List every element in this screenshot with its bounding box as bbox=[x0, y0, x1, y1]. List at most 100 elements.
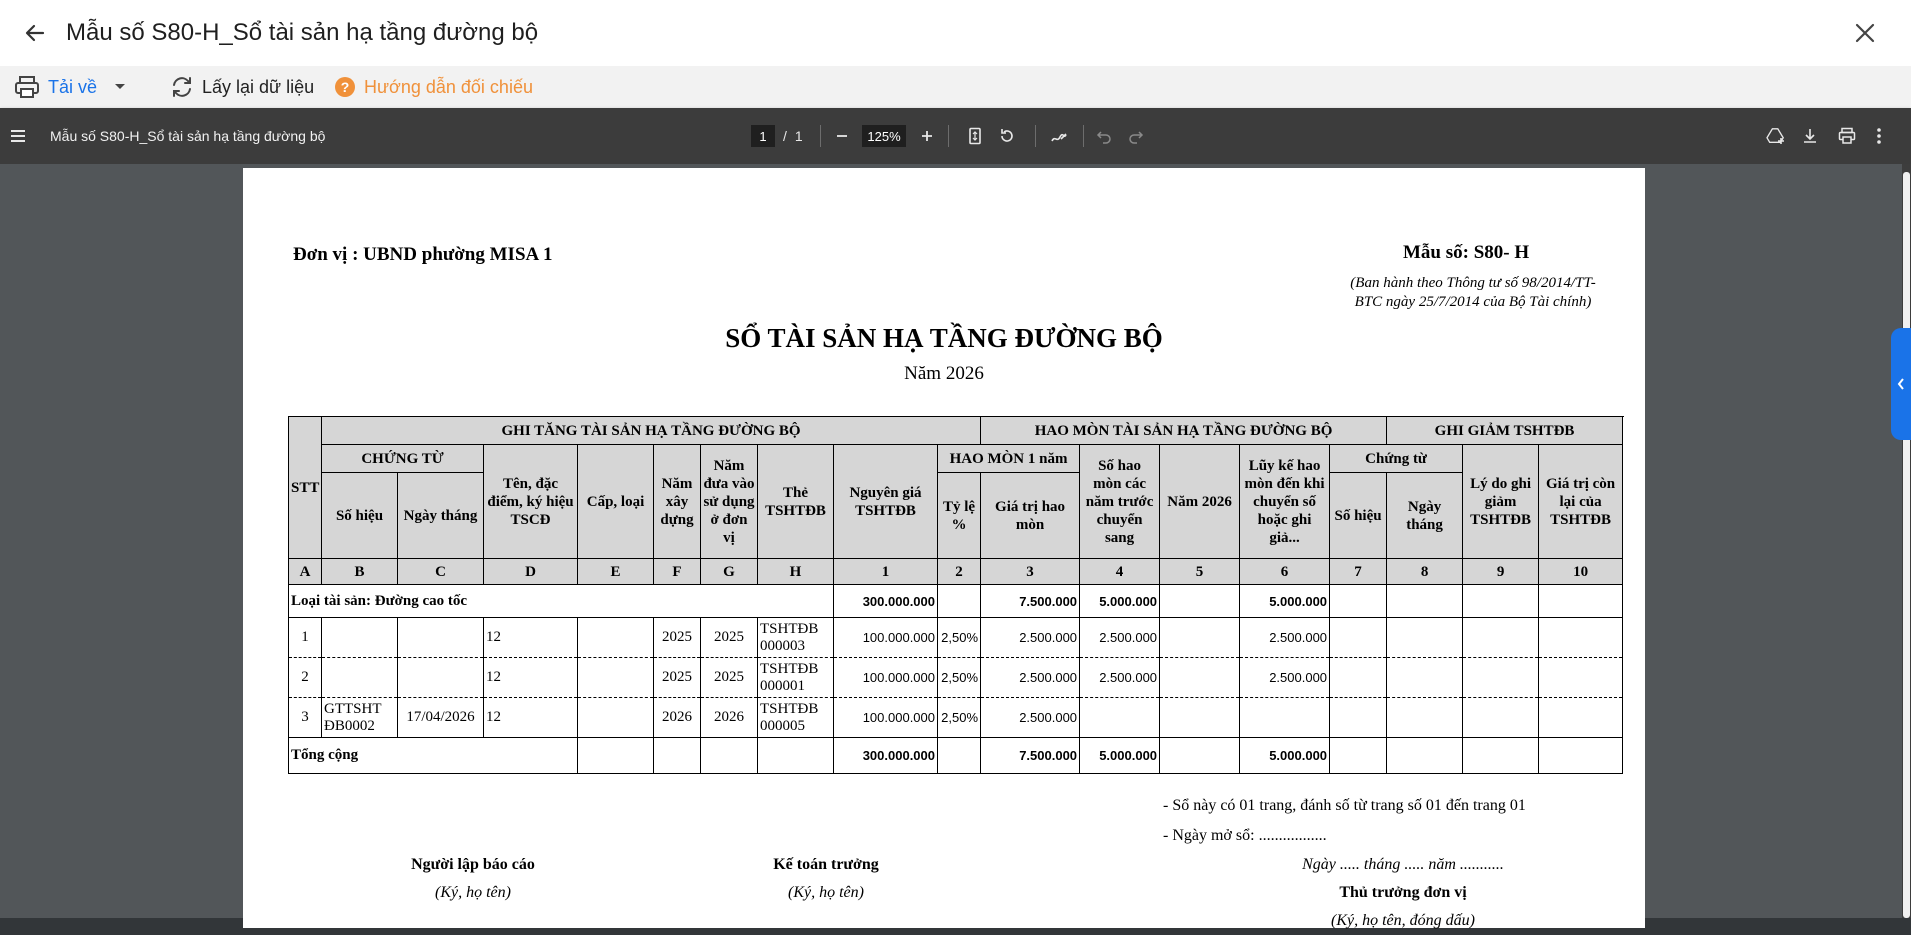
download-icon bbox=[1804, 129, 1816, 143]
cell-voucher-no: GTTSHT ĐB0002 bbox=[321, 697, 398, 738]
th-accum: Lũy kế hao mòn đến khi chuyển số hoặc gh… bbox=[1239, 444, 1331, 559]
zoom-out-button[interactable] bbox=[835, 108, 849, 164]
download-label: Tải về bbox=[48, 76, 98, 97]
cell-build-year: 2025 bbox=[653, 617, 701, 658]
rotate-button[interactable] bbox=[998, 108, 1016, 164]
minus-icon bbox=[837, 135, 847, 137]
sign-date-line: Ngày ..... tháng ..... năm ........... bbox=[1302, 856, 1504, 873]
th-cost: Nguyên giá TSHTĐB bbox=[833, 444, 938, 559]
refresh-icon bbox=[173, 77, 191, 97]
pdf-document-title: Mẫu số S80-H_Sổ tài sản hạ tầng đường bộ bbox=[50, 128, 326, 144]
reload-data-button[interactable]: Lấy lại dữ liệu bbox=[170, 66, 314, 108]
cell-use-year: 2025 bbox=[700, 657, 758, 698]
total-cost: 300.000.000 bbox=[833, 737, 938, 774]
cell-rate: 2,50% bbox=[936, 697, 982, 738]
cell-name: 12 bbox=[483, 617, 578, 658]
head-title: Thủ trưởng đơn vị bbox=[1339, 884, 1467, 901]
head-note: (Ký, họ tên, đóng dấu) bbox=[1331, 912, 1475, 929]
th-increase: GHI TĂNG TÀI SẢN HẠ TẦNG ĐƯỜNG BỘ bbox=[320, 416, 982, 445]
cell-stt: 1 bbox=[288, 617, 322, 658]
group-cost: 300.000.000 bbox=[833, 584, 938, 618]
printer-icon bbox=[1838, 127, 1856, 144]
cell-dep-year bbox=[1159, 657, 1241, 698]
asset-ledger-table: STT GHI TĂNG TÀI SẢN HẠ TẦNG ĐƯỜNG BỘ HA… bbox=[288, 416, 1624, 774]
cell-dep-value: 2.500.000 bbox=[980, 617, 1081, 658]
cell-build-year: 2025 bbox=[653, 657, 701, 698]
issued-by: (Ban hành theo Thông tư số 98/2014/TT- B… bbox=[1323, 274, 1623, 312]
th-reason: Lý do ghi giảm TSHTĐB bbox=[1462, 444, 1540, 559]
col-code: 10 bbox=[1538, 558, 1624, 585]
download-button[interactable]: Tải về bbox=[14, 66, 135, 108]
side-panel-toggle[interactable] bbox=[1891, 328, 1911, 440]
cell-use-year: 2026 bbox=[700, 697, 758, 738]
chevron-left-icon bbox=[1897, 378, 1904, 390]
th-use-year: Năm đưa vào sử dụng ở đơn vị bbox=[700, 444, 758, 559]
col-code: B bbox=[321, 558, 398, 585]
cell-grade bbox=[577, 617, 654, 658]
group-accum: 5.000.000 bbox=[1239, 584, 1331, 618]
cell-rate: 2,50% bbox=[936, 657, 982, 698]
scrollbar-thumb[interactable] bbox=[1903, 172, 1910, 918]
reconcile-guide-link[interactable]: ? Hướng dẫn đối chiếu bbox=[334, 66, 533, 108]
cell-use-year: 2025 bbox=[700, 617, 758, 658]
menu-button[interactable] bbox=[8, 108, 28, 164]
cell-voucher-no bbox=[321, 617, 398, 658]
col-code: H bbox=[757, 558, 834, 585]
th-voucher-no: Số hiệu bbox=[321, 472, 398, 559]
cell-name: 12 bbox=[483, 657, 578, 698]
cell-voucher-date bbox=[397, 617, 484, 658]
cell-build-year: 2026 bbox=[653, 697, 701, 738]
signature-preparer: Người lập báo cáo (Ký, họ tên) bbox=[353, 851, 593, 907]
close-icon bbox=[1855, 23, 1875, 43]
table-row: 3 GTTSHT ĐB0002 17/04/2026 12 2026 2026 … bbox=[288, 697, 1624, 738]
th-decrease: GHI GIẢM TSHTĐB bbox=[1386, 416, 1624, 445]
cell-grade bbox=[577, 657, 654, 698]
undo-button[interactable] bbox=[1096, 108, 1112, 164]
group-dep-value: 7.500.000 bbox=[980, 584, 1081, 618]
cell-grade bbox=[577, 697, 654, 738]
preparer-note: (Ký, họ tên) bbox=[435, 884, 511, 901]
zoom-level-input[interactable]: 125% bbox=[862, 125, 906, 147]
unit-name: Đơn vị : UBND phường MISA 1 bbox=[293, 244, 553, 265]
th-dec-no: Số hiệu bbox=[1329, 472, 1388, 559]
cell-dep-prior bbox=[1079, 697, 1161, 738]
group-label: Loại tài sản: Đường cao tốc bbox=[288, 584, 834, 618]
cell-stt: 2 bbox=[288, 657, 322, 698]
redo-button[interactable] bbox=[1128, 108, 1144, 164]
col-code: 9 bbox=[1462, 558, 1540, 585]
th-stt: STT bbox=[288, 416, 322, 559]
accountant-note: (Ký, họ tên) bbox=[788, 884, 864, 901]
fit-page-button[interactable] bbox=[967, 108, 983, 164]
th-dep-prior: Số hao mòn các năm trước chuyển sang bbox=[1079, 444, 1161, 559]
th-dep-1yr: HAO MÒN 1 năm bbox=[936, 444, 1081, 473]
close-button[interactable] bbox=[1848, 16, 1882, 50]
download-pdf-button[interactable] bbox=[1802, 108, 1818, 164]
window-title: Mẫu số S80-H_Sổ tài sản hạ tầng đường bộ bbox=[66, 19, 539, 46]
save-to-drive-button[interactable] bbox=[1766, 108, 1786, 164]
annotate-button[interactable] bbox=[1050, 108, 1068, 164]
action-bar: Tải về Lấy lại dữ liệu ? Hướng dẫn đối c… bbox=[0, 66, 1911, 109]
back-button[interactable] bbox=[18, 16, 52, 50]
note-open-date: - Ngày mở sổ: ................. bbox=[1163, 827, 1327, 844]
cell-dep-prior: 2.500.000 bbox=[1079, 617, 1161, 658]
th-remaining: Giá trị còn lại của TSHTĐB bbox=[1538, 444, 1624, 559]
total-label: Tổng cộng bbox=[288, 737, 578, 774]
col-code: E bbox=[577, 558, 654, 585]
page-number-input[interactable]: 1 bbox=[751, 125, 775, 147]
table-row: 1 12 2025 2025 TSHTĐB 000003 100.000.000… bbox=[288, 617, 1624, 658]
page-total: 1 bbox=[794, 128, 803, 144]
total-row: Tổng cộng 300.000.000 7.500.000 5.000.00… bbox=[288, 737, 1624, 774]
signature-head: Ngày ..... tháng ..... năm ........... T… bbox=[1283, 851, 1523, 935]
chevron-down-icon[interactable] bbox=[113, 82, 127, 92]
print-button[interactable] bbox=[1838, 108, 1856, 164]
rotate-icon bbox=[1001, 129, 1013, 142]
cell-cost: 100.000.000 bbox=[833, 617, 938, 658]
th-grade: Cấp, loại bbox=[577, 444, 654, 559]
cell-accum: 2.500.000 bbox=[1239, 657, 1331, 698]
redo-icon bbox=[1129, 131, 1144, 144]
column-code-row: A B C D E F G H 1 2 3 4 5 6 7 8 9 10 bbox=[288, 558, 1624, 585]
drive-add-icon bbox=[1766, 128, 1784, 144]
more-options-button[interactable] bbox=[1876, 108, 1882, 164]
preparer-title: Người lập báo cáo bbox=[411, 856, 535, 873]
zoom-in-button[interactable] bbox=[920, 108, 934, 164]
